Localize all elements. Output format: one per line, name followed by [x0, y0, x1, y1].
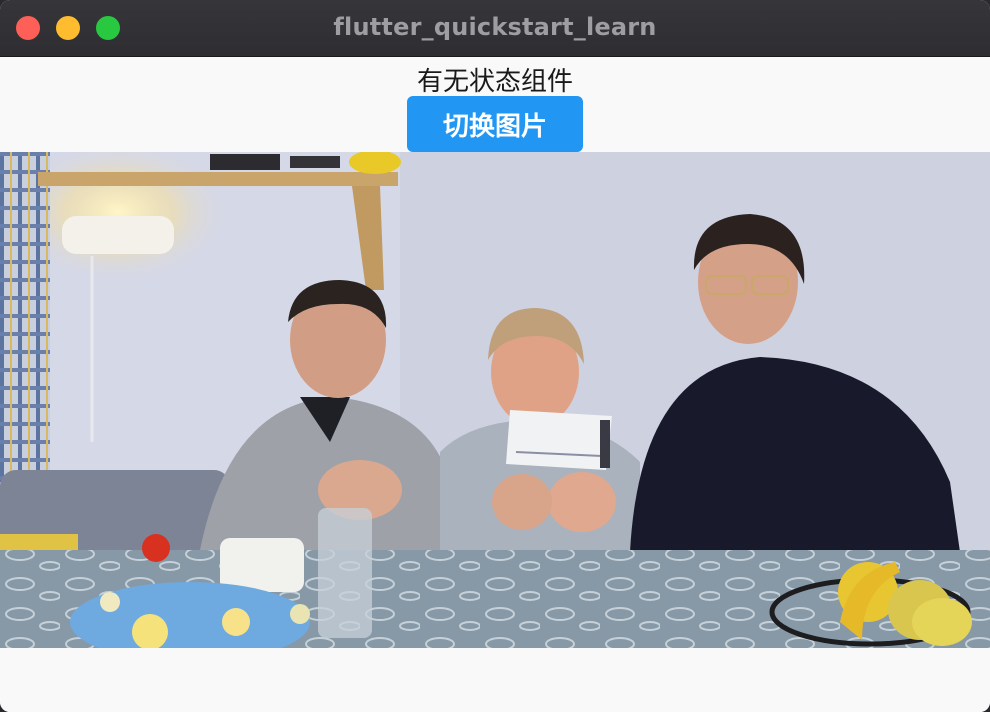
- toggle-image-button[interactable]: 切换图片: [407, 96, 583, 152]
- app-window: flutter_quickstart_learn 有无状态组件 切换图片: [0, 0, 990, 712]
- displayed-photo: [0, 152, 990, 648]
- page-heading: 有无状态组件: [416, 67, 573, 97]
- app-content: 有无状态组件 切换图片: [0, 57, 990, 712]
- title-bar: flutter_quickstart_learn: [0, 0, 990, 57]
- window-title: flutter_quickstart_learn: [333, 13, 657, 41]
